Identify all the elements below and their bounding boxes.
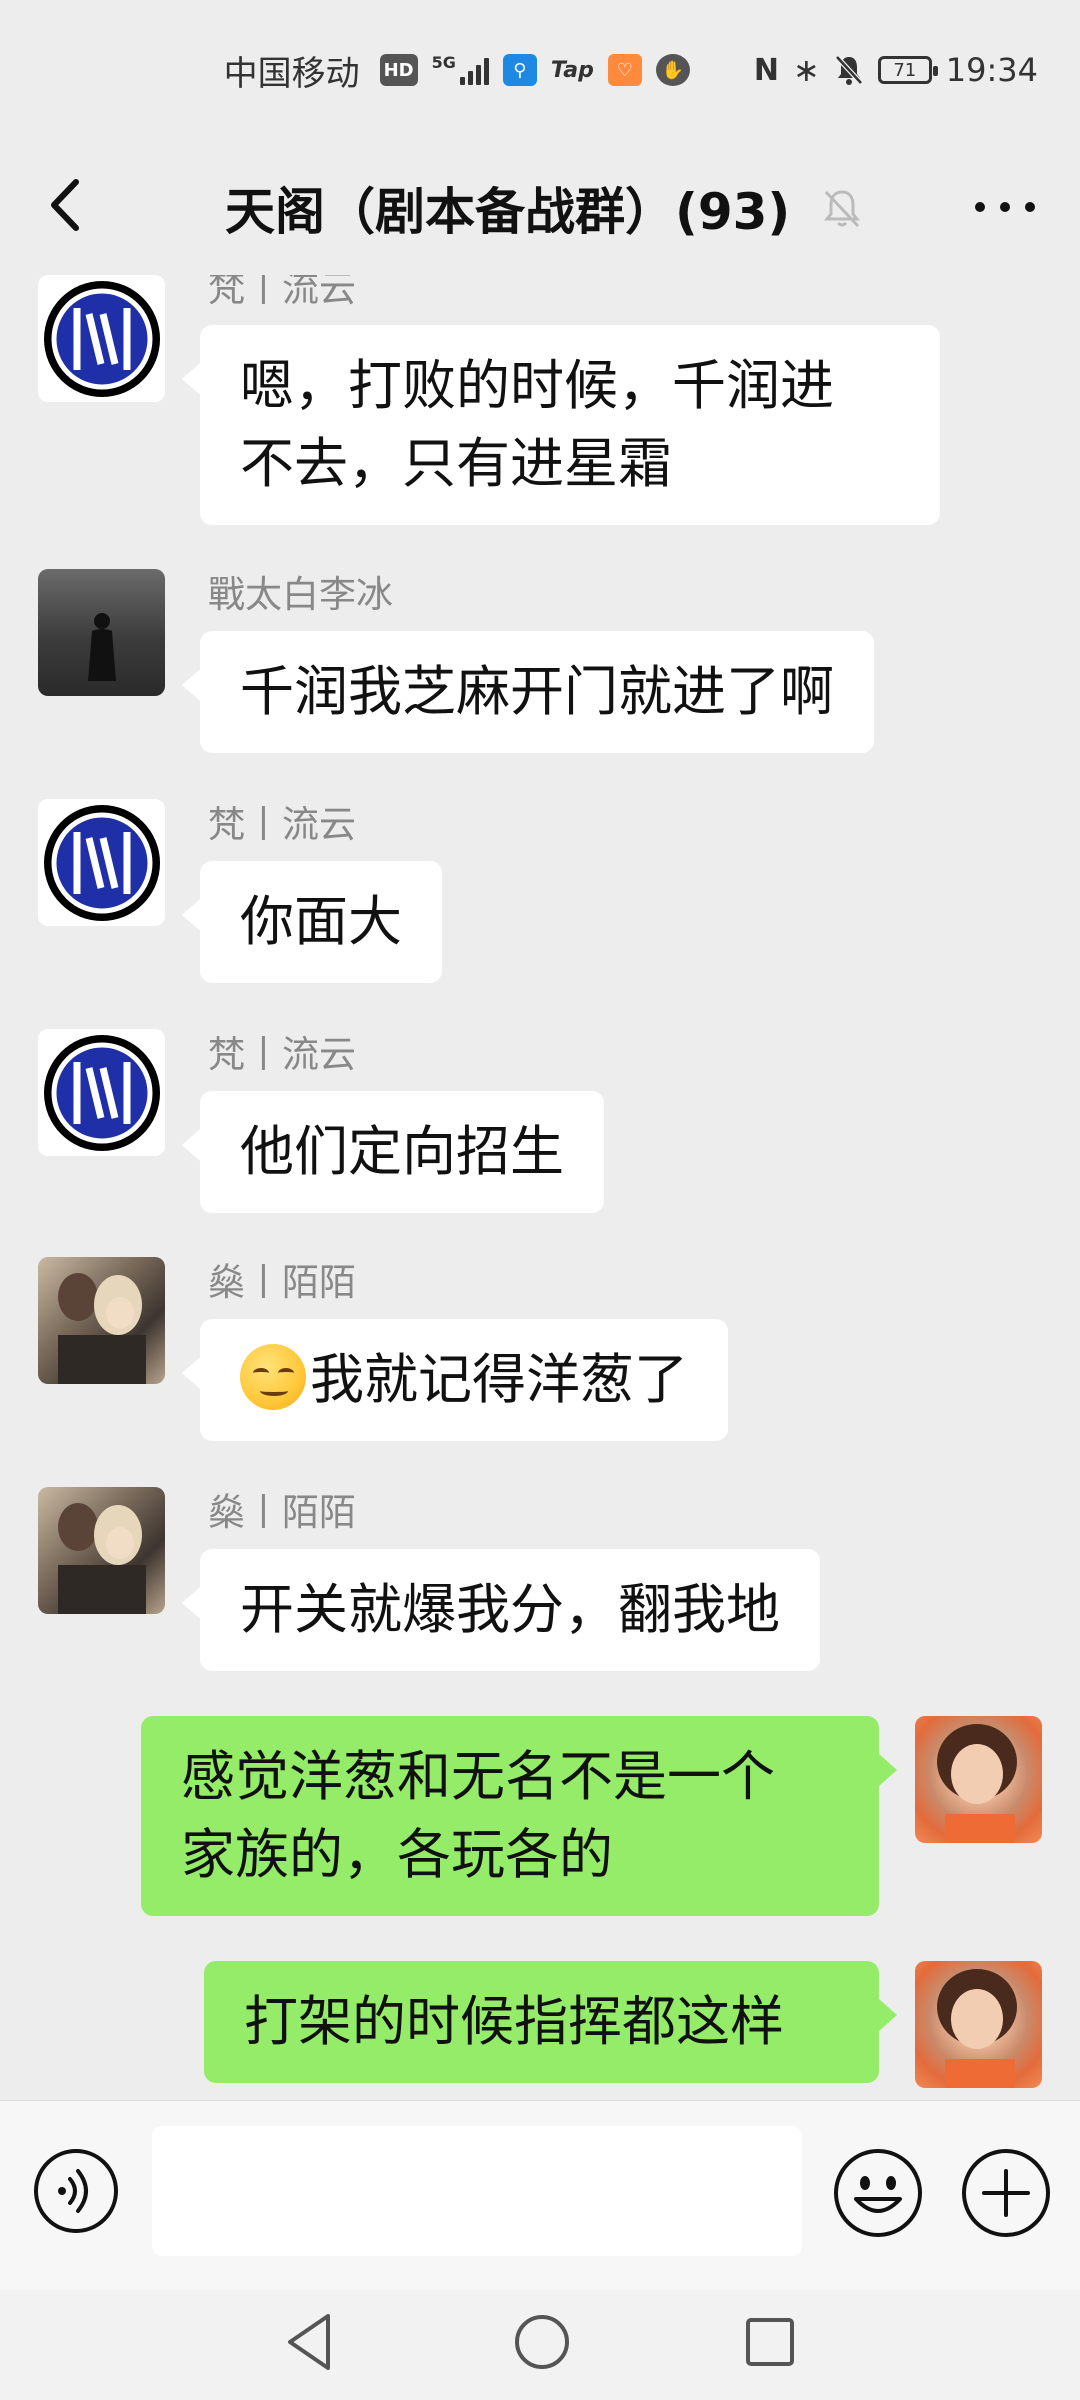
portrait-photo-icon [937, 1724, 1017, 1843]
battery-level: 71 [893, 59, 917, 81]
title-group[interactable]: 天阁（剧本备战群）(93) [225, 140, 864, 275]
nav-recents-icon[interactable] [740, 2312, 800, 2372]
inter-logo-icon [43, 280, 160, 397]
avatar-self[interactable] [915, 1716, 1042, 1843]
sender-name: 燊丨陌陌 [208, 1261, 356, 1304]
health-app-icon: ♡ [607, 54, 642, 86]
more-dots-icon[interactable] [970, 182, 1040, 232]
person-silhouette-icon [88, 613, 116, 681]
message-input[interactable] [152, 2126, 802, 2256]
bell-off-icon [824, 189, 861, 227]
chat-header: 天阁（剧本备战群）(93) [0, 140, 1080, 275]
signal-icon: 5G [432, 55, 489, 85]
message-text: 我就记得洋葱了 [310, 1348, 688, 1411]
sender-name: 戰太白李冰 [208, 573, 393, 616]
nfc-icon: N [753, 52, 779, 88]
message-list[interactable]: 梵丨流云 嗯，打败的时候，千润进 不去，只有进星霜 戰太白李冰 千润我芝麻开门就… [0, 275, 1080, 2100]
avatar[interactable] [38, 1487, 165, 1614]
sender-name: 梵丨流云 [208, 275, 356, 310]
carrier-label: 中国移动 [223, 53, 360, 94]
chat-title: 天阁（剧本备战群）(93) [225, 182, 791, 241]
portrait-photo-icon [937, 1969, 1017, 2088]
plus-circle-icon[interactable] [960, 2147, 1052, 2239]
sender-name: 梵丨流云 [208, 1033, 356, 1076]
message-bubble[interactable]: 开关就爆我分，翻我地 [182, 1549, 820, 1671]
taptap-icon: Tap [550, 57, 594, 83]
input-bar [0, 2100, 1080, 2290]
bell-off-status-icon [834, 55, 863, 85]
search-app-icon: ⚲ [502, 54, 537, 86]
avatar[interactable] [38, 569, 165, 696]
message-bubble[interactable]: 他们定向招生 [182, 1091, 604, 1213]
message-bubble[interactable]: 我就记得洋葱了 [182, 1319, 728, 1441]
message-text: 你面大 [240, 890, 402, 953]
bluetooth-icon: ∗ [792, 51, 820, 89]
inter-logo-icon [43, 1034, 160, 1151]
message-bubble[interactable]: 千润我芝麻开门就进了啊 [182, 631, 874, 753]
message-text: 感觉洋葱和无名不是一个 [181, 1745, 775, 1808]
voice-icon[interactable] [32, 2147, 120, 2235]
message-bubble[interactable]: 你面大 [182, 861, 442, 983]
message-text: 家族的，各玩各的 [181, 1823, 613, 1886]
chat-screen: 中国移动 HD 5G ⚲ Tap ♡ ✋ N ∗ 71 19:34 天阁（剧本备… [0, 0, 1080, 2400]
avatar-self[interactable] [915, 1961, 1042, 2088]
avatar[interactable] [38, 1257, 165, 1384]
sender-name: 燊丨陌陌 [208, 1491, 356, 1534]
back-icon[interactable] [38, 170, 98, 240]
status-bar: 中国移动 HD 5G ⚲ Tap ♡ ✋ N ∗ 71 19:34 [0, 0, 1080, 140]
message-bubble[interactable]: 感觉洋葱和无名不是一个 家族的，各玩各的 [141, 1716, 897, 1916]
smiley-icon[interactable] [832, 2147, 924, 2239]
clock: 19:34 [945, 51, 1038, 89]
battery-icon: 71 [877, 56, 938, 84]
smirk-emoji-icon [240, 1344, 306, 1410]
hand-icon: ✋ [655, 54, 690, 86]
message-bubble[interactable]: 打架的时候指挥都这样 [204, 1961, 897, 2083]
avatar[interactable] [38, 799, 165, 926]
hd-icon: HD [379, 54, 418, 86]
message-text: 嗯，打败的时候，千润进 [240, 354, 834, 417]
message-text: 千润我芝麻开门就进了啊 [240, 660, 834, 723]
avatar[interactable] [38, 1029, 165, 1156]
sender-name: 梵丨流云 [208, 803, 356, 846]
portrait-photo-icon [58, 1503, 146, 1614]
message-text: 打架的时候指挥都这样 [244, 1990, 784, 2053]
nav-home-icon[interactable] [510, 2310, 574, 2374]
message-text: 开关就爆我分，翻我地 [240, 1578, 780, 1641]
message-bubble[interactable]: 嗯，打败的时候，千润进 不去，只有进星霜 [182, 325, 940, 525]
system-nav-bar [0, 2290, 1080, 2400]
inter-logo-icon [43, 804, 160, 921]
portrait-photo-icon [58, 1273, 146, 1384]
nav-back-icon[interactable] [280, 2310, 340, 2374]
message-text: 他们定向招生 [240, 1120, 564, 1183]
message-text: 不去，只有进星霜 [240, 432, 672, 495]
network-label: 5G [431, 53, 456, 72]
avatar[interactable] [38, 275, 165, 402]
